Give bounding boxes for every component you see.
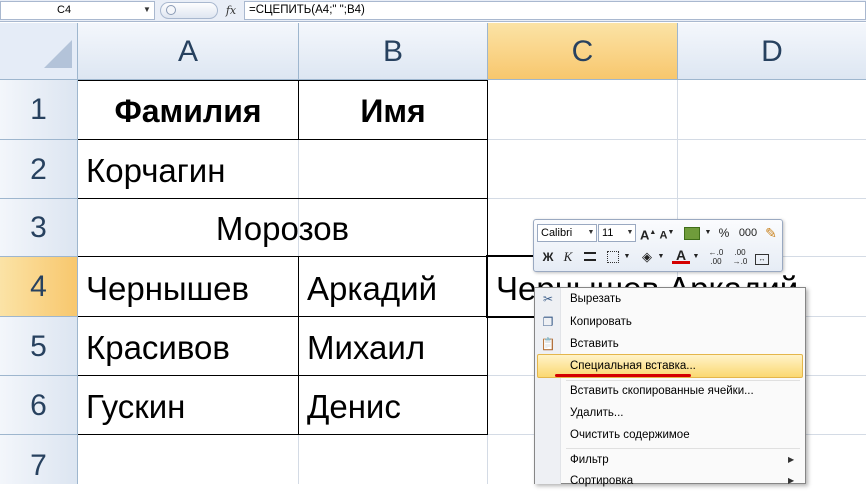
cell-a5[interactable]: Красивов xyxy=(78,317,298,375)
format-painter-icon[interactable]: ✎ xyxy=(762,224,780,242)
merge-center-button[interactable]: ↔ xyxy=(753,248,771,266)
align-center-icon xyxy=(584,252,596,261)
thousands-separator-button[interactable]: 000 xyxy=(736,224,760,242)
column-header-c[interactable]: C xyxy=(488,23,678,80)
cell-b4[interactable]: Аркадий xyxy=(299,257,487,316)
menu-item-cut[interactable]: Вырезать xyxy=(562,288,802,310)
menu-item-paste[interactable]: Вставить xyxy=(562,333,802,355)
cell-a2[interactable]: Корчагин xyxy=(78,140,487,198)
italic-button[interactable]: К xyxy=(559,248,577,266)
name-box-dropdown-icon[interactable]: ▼ xyxy=(141,2,153,18)
borders-dropdown-icon[interactable]: ▼ xyxy=(622,248,632,266)
select-all-triangle-icon xyxy=(44,40,72,68)
menu-item-insert-copied-cells[interactable]: Вставить скопированные ячейки... xyxy=(562,380,802,402)
font-size-dropdown-icon[interactable]: ▼ xyxy=(625,226,635,240)
copy-icon: ❐ xyxy=(542,315,554,329)
shrink-font-button[interactable]: A▼ xyxy=(659,224,675,242)
row-header-6[interactable]: 6 xyxy=(0,376,78,435)
grow-font-button[interactable]: A▲ xyxy=(640,224,656,242)
align-center-button[interactable] xyxy=(581,248,599,266)
row-header-3[interactable]: 3 xyxy=(0,199,78,257)
formula-input[interactable]: =СЦЕПИТЬ(A4;" ";B4) xyxy=(244,1,866,20)
currency-format-button[interactable] xyxy=(681,224,703,242)
cell-a4[interactable]: Чернышев xyxy=(78,257,298,316)
cell-b5[interactable]: Михаил xyxy=(299,317,487,375)
row-header-4[interactable]: 4 xyxy=(0,257,78,317)
grow-font-icon: A xyxy=(640,227,650,243)
fill-color-dropdown-icon[interactable]: ▼ xyxy=(656,248,666,266)
cell-a3[interactable]: Морозов xyxy=(78,199,487,256)
menu-item-filter[interactable]: Фильтр xyxy=(562,449,802,471)
money-icon xyxy=(684,227,700,240)
cell-b1[interactable]: Имя xyxy=(299,80,487,139)
cell-b6[interactable]: Денис xyxy=(299,376,487,434)
menu-item-clear-contents[interactable]: Очистить содержимое xyxy=(562,424,802,446)
row-header-1[interactable]: 1 xyxy=(0,80,78,140)
column-header-d[interactable]: D xyxy=(678,23,866,80)
menu-item-delete[interactable]: Удалить... xyxy=(562,402,802,424)
column-header-b[interactable]: B xyxy=(299,23,488,80)
name-box[interactable]: C4 xyxy=(0,1,155,20)
column-header-a[interactable]: A xyxy=(78,23,299,80)
borders-button[interactable] xyxy=(604,248,622,266)
scissors-icon: ✂ xyxy=(542,292,554,306)
font-dropdown-icon[interactable]: ▼ xyxy=(586,226,596,240)
increase-decimal-icon[interactable]: ←.0.00 xyxy=(706,248,726,266)
menu-item-sort[interactable]: Сортировка xyxy=(562,470,802,492)
row-header-5[interactable]: 5 xyxy=(0,317,78,376)
submenu-arrow-icon: ▶ xyxy=(788,455,795,464)
row-header-2[interactable]: 2 xyxy=(0,140,78,199)
handle-dot-icon xyxy=(166,5,176,15)
decrease-decimal-icon[interactable]: .00 →.0 xyxy=(730,248,750,266)
borders-icon xyxy=(607,251,619,263)
table-border xyxy=(78,434,488,435)
cell-a6[interactable]: Гускин xyxy=(78,376,298,434)
percent-format-button[interactable]: % xyxy=(716,224,732,242)
row-header-7[interactable]: 7 xyxy=(0,435,78,484)
insert-function-button[interactable]: fx xyxy=(222,2,240,19)
cell-a1[interactable]: Фамилия xyxy=(78,80,298,139)
bold-button[interactable]: Ж xyxy=(539,248,557,266)
merge-center-icon: ↔ xyxy=(755,254,769,265)
shrink-font-icon: A xyxy=(659,229,668,242)
menu-item-copy[interactable]: Копировать xyxy=(562,311,802,333)
font-color-dropdown-icon[interactable]: ▼ xyxy=(691,248,701,266)
annotation-underline xyxy=(555,374,691,377)
paste-icon: 📋 xyxy=(540,337,556,351)
currency-dropdown-icon[interactable]: ▼ xyxy=(703,224,713,242)
submenu-arrow-icon: ▶ xyxy=(788,476,795,485)
font-color-button[interactable]: A xyxy=(672,246,690,264)
fill-color-icon[interactable]: ◈ xyxy=(638,248,656,266)
